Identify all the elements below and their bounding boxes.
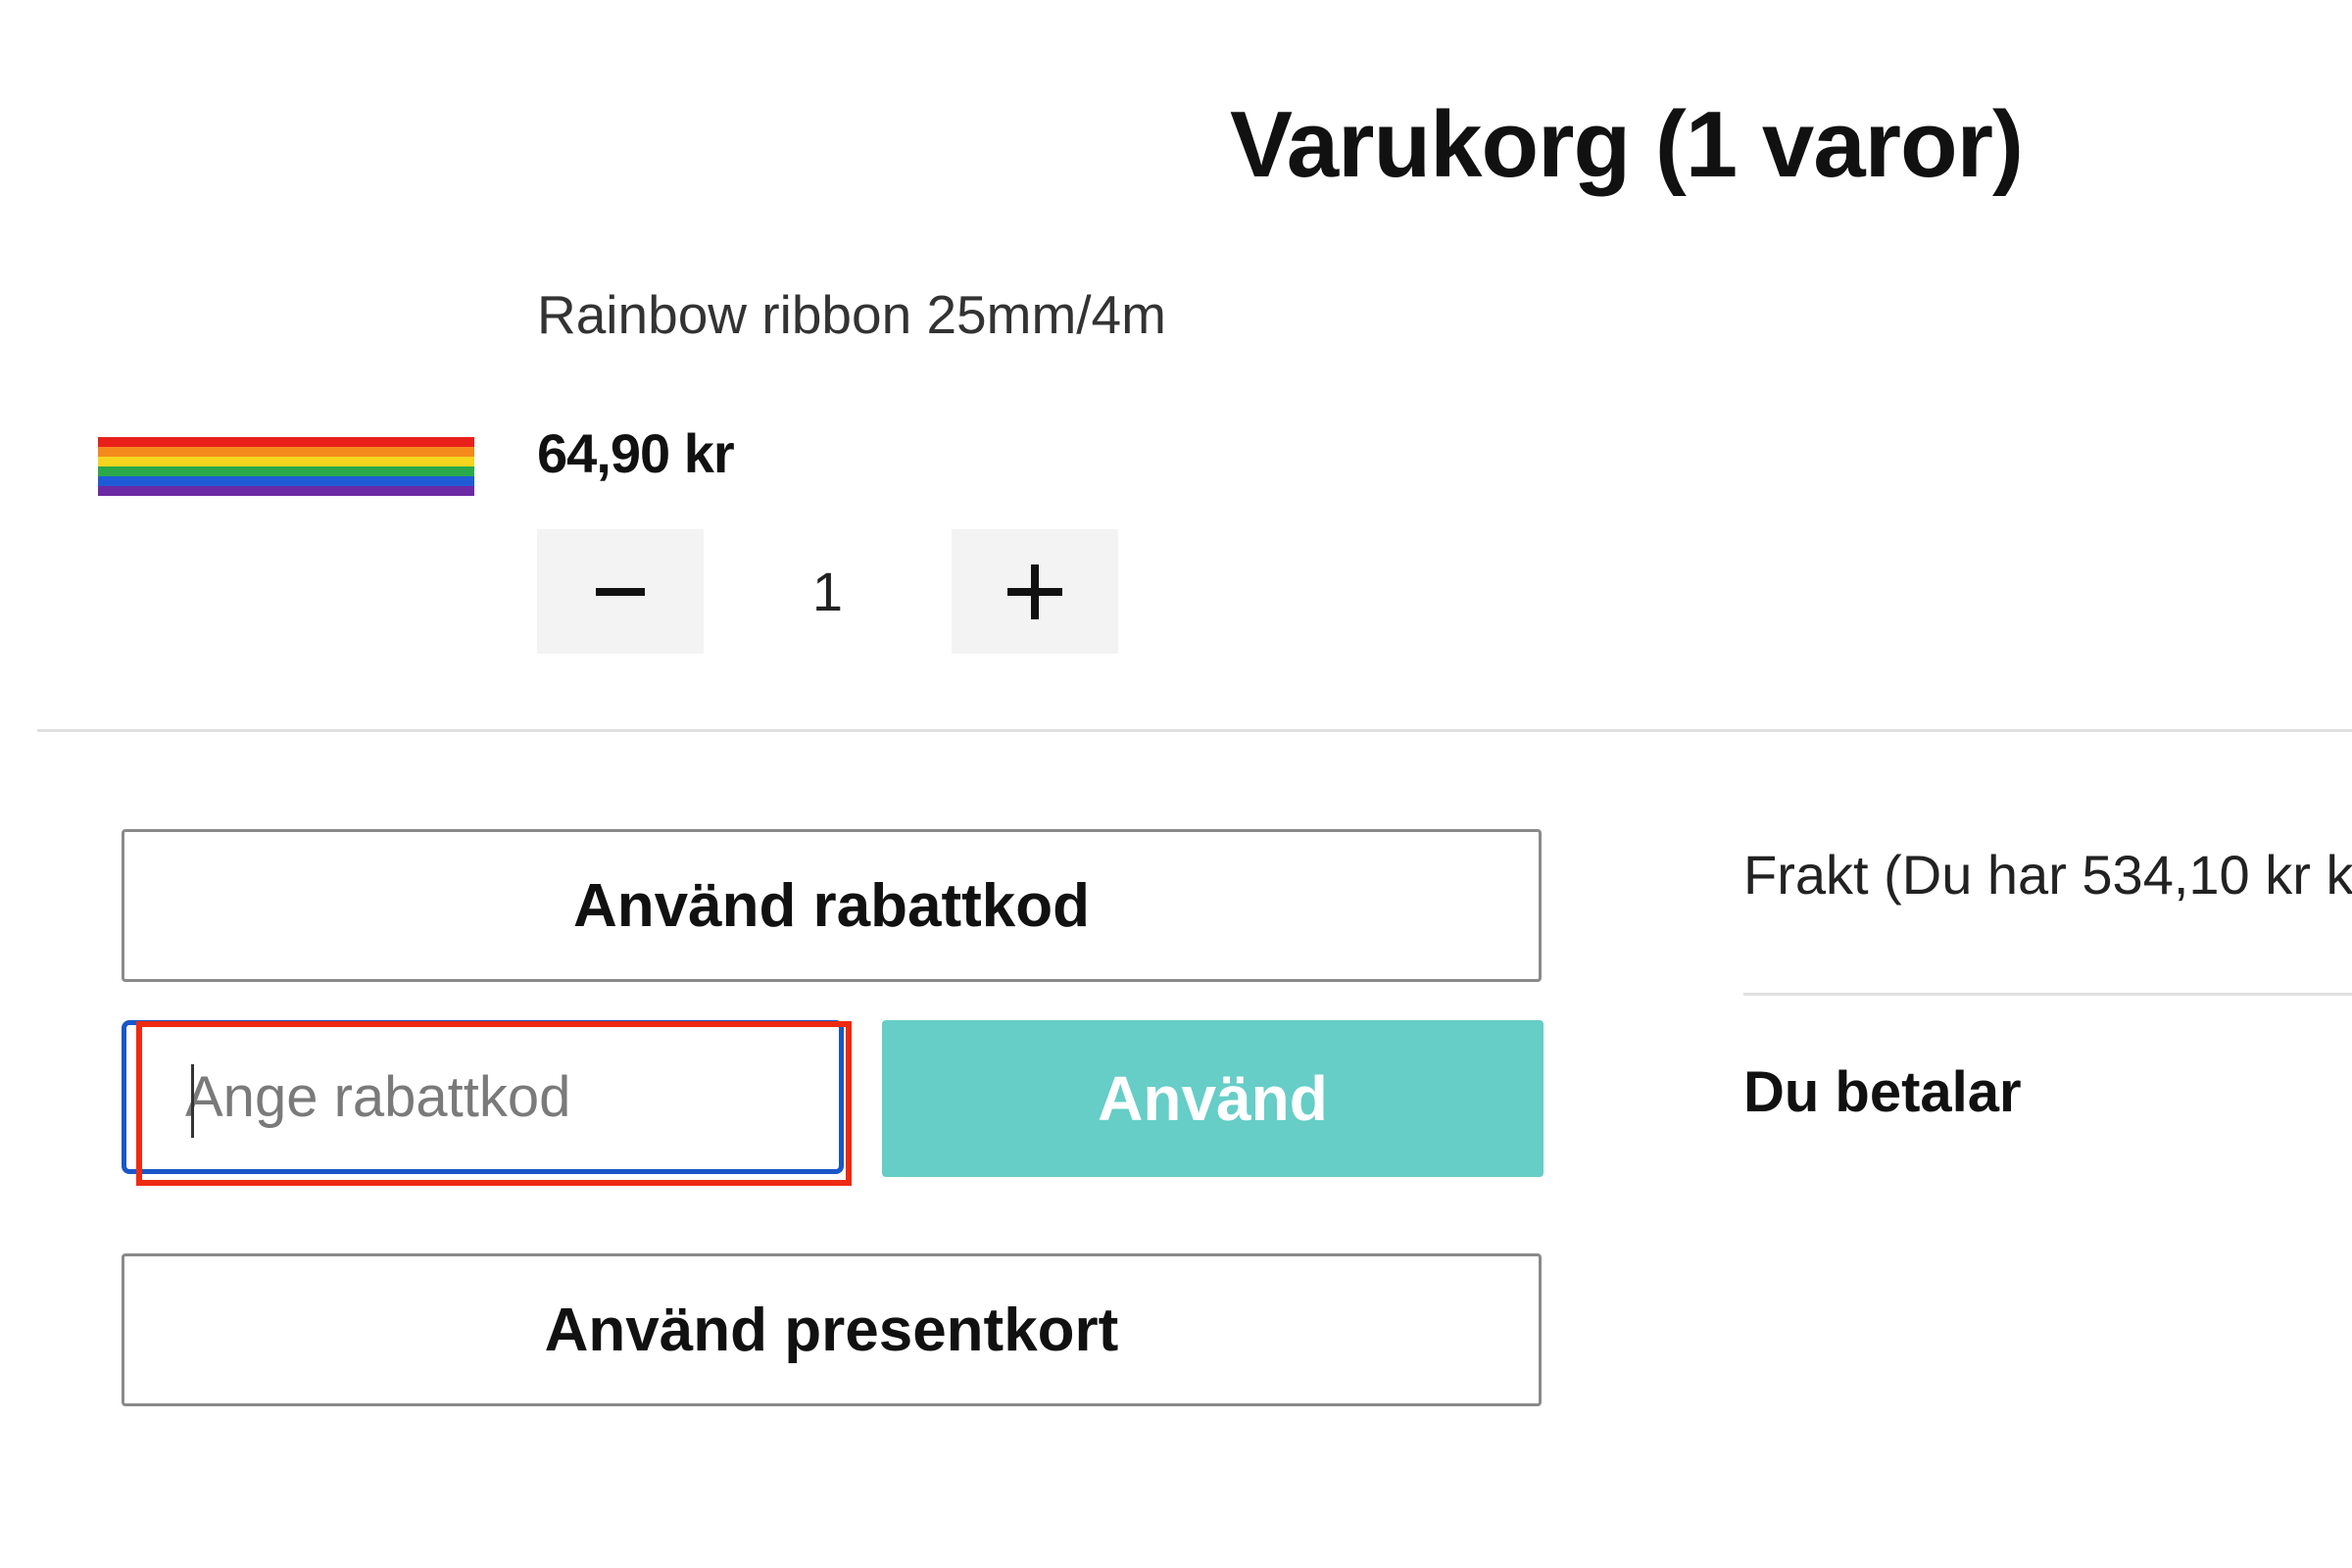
ribbon-stripe [98,466,474,476]
use-gift-card-button[interactable]: Använd presentkort [122,1253,1542,1406]
decrease-quantity-button[interactable] [537,529,704,654]
cart-page: Varukorg (1 varor) Rainbow ribbon 25mm/4… [0,0,2352,1568]
ribbon-stripe [98,447,474,457]
ribbon-stripe [98,486,474,496]
discount-code-field[interactable] [122,1020,844,1174]
page-title: Varukorg (1 varor) [1230,92,2024,197]
divider [37,729,2352,732]
apply-discount-button[interactable]: Använd [882,1020,1544,1177]
total-pay-label: Du betalar [1743,1060,2022,1124]
ribbon-stripe [98,457,474,466]
summary-divider [1743,993,2352,996]
use-discount-code-button[interactable]: Använd rabattkod [122,829,1542,982]
quantity-value: 1 [811,561,844,622]
rainbow-ribbon-image [98,437,474,496]
shipping-label: Frakt (Du har 534,10 kr kv [1743,844,2352,906]
plus-icon [1007,564,1062,619]
text-cursor [191,1064,194,1138]
ribbon-stripe [98,476,474,486]
ribbon-stripe [98,437,474,447]
discount-code-input[interactable] [185,1025,832,1169]
minus-icon [596,587,645,596]
increase-quantity-button[interactable] [952,529,1118,654]
product-name[interactable]: Rainbow ribbon 25mm/4m [537,280,1166,349]
product-price: 64,90 kr [537,422,735,484]
